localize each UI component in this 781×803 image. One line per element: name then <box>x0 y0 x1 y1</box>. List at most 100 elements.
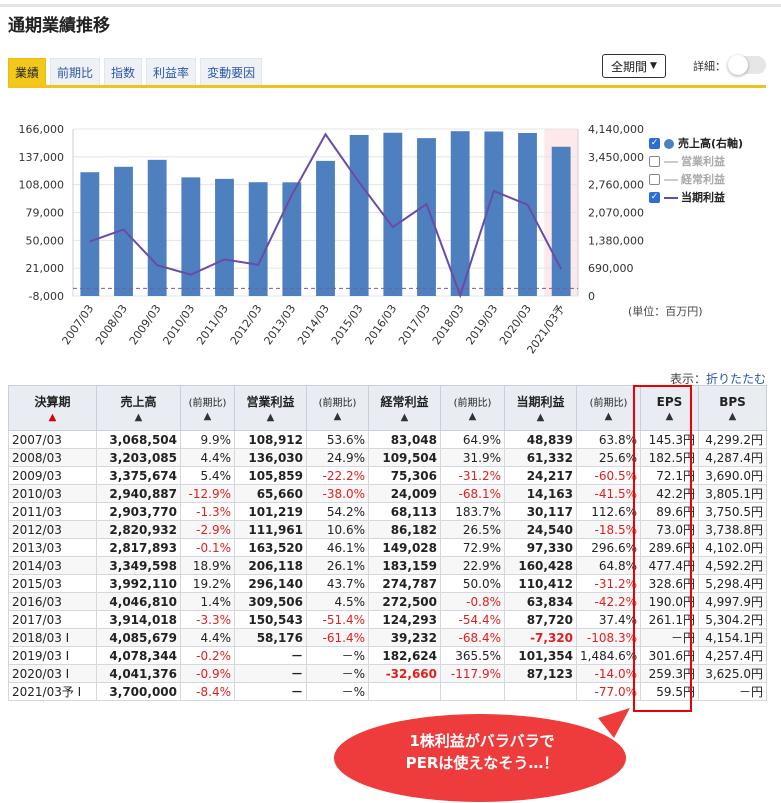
table-cell: 101,354 <box>504 646 577 665</box>
left-tick-label: 108,000 <box>19 179 65 192</box>
table-cell: 150,543 <box>234 610 307 629</box>
table-cell: -108.3% <box>576 628 641 647</box>
table-cell: 124,293 <box>368 610 441 629</box>
table-cell: 3,203,085 <box>96 448 181 467</box>
table-cell: -3.3% <box>180 610 235 629</box>
table-cell: 75,306 <box>368 466 441 485</box>
col-header-net-yoy[interactable]: (前期比) ▲ <box>576 385 641 431</box>
tab-factors[interactable]: 変動要因 <box>200 58 263 87</box>
table-cell: 30,117 <box>504 502 577 521</box>
collapse-link[interactable]: 折りたたむ <box>706 372 766 386</box>
checkbox-checked-icon[interactable]: ✓ <box>649 138 660 149</box>
col-header-eps[interactable]: EPS ▲ <box>640 385 699 431</box>
table-cell: 328.6円 <box>640 574 699 593</box>
legend-item-net[interactable]: ✓ 当期利益 <box>649 189 743 206</box>
detail-label: 詳細： <box>693 60 726 73</box>
table-cell: -31.2% <box>576 574 641 593</box>
x-tick-label: 2020/03 <box>497 302 534 347</box>
x-tick-label: 2015/03 <box>329 302 366 347</box>
col-header-period[interactable]: 決算期 ▲ <box>8 385 97 431</box>
col-header-sales-yoy[interactable]: (前期比) ▲ <box>180 385 235 431</box>
tab-results[interactable]: 業績 <box>8 58 47 87</box>
table-cell: -41.5% <box>576 484 641 503</box>
sort-arrow-icon: ▲ <box>536 412 545 423</box>
right-tick-label: 2,070,000 <box>588 207 644 220</box>
checkbox-checked-icon[interactable]: ✓ <box>649 192 660 203</box>
checkbox-unchecked-icon[interactable] <box>649 174 660 185</box>
table-cell: 3,738.8円 <box>698 520 767 539</box>
left-tick-label: 137,000 <box>19 151 65 164</box>
table-cell: 289.6円 <box>640 538 699 557</box>
table-row: 2021/03予 I 3,700,000 -8.4% －－% -77.0% 59.5円 －円 <box>8 682 767 701</box>
table-row: 2008/03 3,203,085 4.4% 136,030 24.9% 109,504 3… <box>8 448 767 467</box>
table-cell: 3,914,018 <box>96 610 181 629</box>
table-cell: 4,041,376 <box>96 664 181 683</box>
table-cell: 2019/03 I <box>8 646 97 665</box>
col-header-operating-yoy[interactable]: (前期比) ▲ <box>306 385 369 431</box>
table-cell: 63,834 <box>504 592 577 611</box>
period-select[interactable]: 全期間 ▼ <box>602 54 666 78</box>
table-cell: -22.2% <box>306 466 369 485</box>
tab-index[interactable]: 指数 <box>104 58 143 87</box>
right-tick-label: 2,760,000 <box>588 179 644 192</box>
unit-label: (単位：百万円) <box>628 304 703 318</box>
bar-sales <box>248 182 268 296</box>
table-row: 2020/03 I 4,041,376 -0.9% －－% -32,660 -117.9%… <box>8 664 767 683</box>
bar-sales <box>282 182 302 296</box>
table-cell: 136,030 <box>234 448 307 467</box>
col-header-sales[interactable]: 売上高 ▲ <box>96 385 181 431</box>
table-cell: 183.7% <box>440 502 505 521</box>
table-cell: 39,232 <box>368 628 441 647</box>
toggle-knob <box>728 55 748 75</box>
legend-item-operating[interactable]: 営業利益 <box>649 153 743 170</box>
table-cell: 65,660 <box>234 484 307 503</box>
table-row: 2010/03 2,940,887 -12.9% 65,660 -38.0% 24,009… <box>8 484 767 503</box>
col-header-net[interactable]: 当期利益 ▲ <box>504 385 577 431</box>
table-cell: － <box>234 646 307 665</box>
table-cell: 10.6% <box>306 520 369 539</box>
table-cell: 9.9% <box>180 430 235 449</box>
table-cell: －% <box>306 682 369 701</box>
table-cell: 2011/03 <box>8 502 97 521</box>
table-row: 2016/03 4,046,810 1.4% 309,506 4.5% 272,500 -0… <box>8 592 767 611</box>
table-row: 2017/03 3,914,018 -3.3% 150,543 -51.4% 124,29… <box>8 610 767 629</box>
legend-item-sales[interactable]: ✓ 売上高(右軸) <box>649 135 743 152</box>
col-header-ordinary[interactable]: 経常利益 ▲ <box>368 385 441 431</box>
table-cell: -77.0% <box>576 682 641 701</box>
legend-item-ordinary[interactable]: 経常利益 <box>649 171 743 188</box>
callout-line-1: 1株利益がバラバラで <box>409 732 555 750</box>
table-cell <box>440 682 505 701</box>
table-cell: 2012/03 <box>8 520 97 539</box>
detail-toggle[interactable] <box>728 55 766 75</box>
table-cell: －% <box>306 646 369 665</box>
table-cell: －% <box>306 664 369 683</box>
table-cell: 58,176 <box>234 628 307 647</box>
table-cell: 4,287.4円 <box>698 448 767 467</box>
table-cell: 3,750.5円 <box>698 502 767 521</box>
table-cell: 111,961 <box>234 520 307 539</box>
col-header-bps[interactable]: BPS ▲ <box>698 385 767 431</box>
col-header-operating[interactable]: 営業利益 ▲ <box>234 385 307 431</box>
x-tick-label: 2009/03 <box>127 302 164 347</box>
table-cell: -0.9% <box>180 664 235 683</box>
table-row: 2009/03 3,375,674 5.4% 105,859 -22.2% 75,306-… <box>8 466 767 485</box>
table-cell: 105,859 <box>234 466 307 485</box>
col-header-ordinary-yoy[interactable]: (前期比) ▲ <box>440 385 505 431</box>
table-cell: -68.4% <box>440 628 505 647</box>
table-cell: 63.8% <box>576 430 641 449</box>
table-cell: -117.9% <box>440 664 505 683</box>
tab-yoy[interactable]: 前期比 <box>50 58 101 87</box>
table-row: 2007/03 3,068,504 9.9% 108,912 53.6% 83,048 64… <box>8 430 767 449</box>
checkbox-unchecked-icon[interactable] <box>649 156 660 167</box>
results-table: 決算期 ▲ 売上高 ▲ (前期比) ▲ 営業利益 ▲ (前期比) ▲ 経常利益 ▲ (前期比… <box>8 385 767 701</box>
x-tick-label: 2008/03 <box>93 302 130 347</box>
tab-margin[interactable]: 利益率 <box>146 58 197 87</box>
table-cell: 182,624 <box>368 646 441 665</box>
bar-sales <box>518 132 537 296</box>
line-marker-icon <box>664 196 678 199</box>
right-tick-label: 4,140,000 <box>588 123 644 136</box>
bar-sales <box>147 159 167 296</box>
table-cell: 25.6% <box>576 448 641 467</box>
table-cell: 1,484.6% <box>576 646 641 665</box>
left-tick-label: -8,000 <box>29 290 64 303</box>
